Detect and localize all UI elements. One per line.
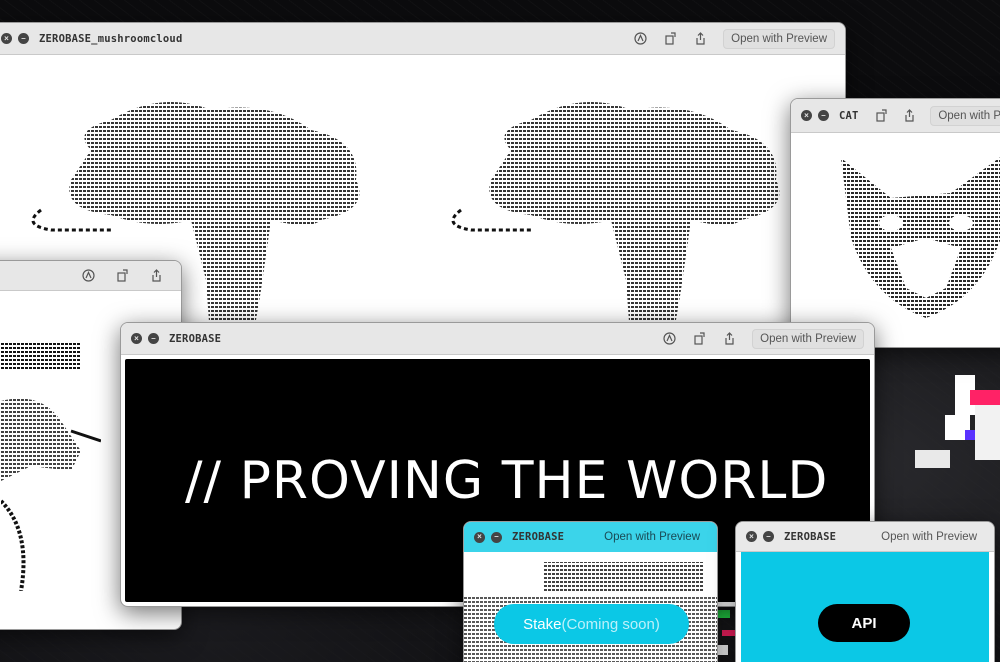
close-icon[interactable]: × [1, 33, 12, 44]
minimize-icon[interactable]: – [18, 33, 29, 44]
api-button[interactable]: API [818, 604, 910, 642]
rotate-icon[interactable] [115, 269, 129, 283]
rotate-icon[interactable] [663, 32, 677, 46]
share-icon[interactable] [722, 332, 736, 346]
titlebar: × – CAT Open with P [791, 99, 1000, 133]
markup-icon[interactable] [633, 32, 647, 46]
titlebar: × – ZEROBASE Open with Preview [121, 323, 874, 355]
share-icon[interactable] [693, 32, 707, 46]
minimize-icon[interactable]: – [763, 531, 774, 542]
api-window[interactable]: × – ZEROBASE Open with Preview API [735, 521, 995, 662]
titlebar [0, 261, 181, 291]
stake-window[interactable]: × – ZEROBASE Open with Preview Stake (Co… [463, 521, 718, 662]
cat-window[interactable]: × – CAT Open with P [790, 98, 1000, 348]
mushroom-cloud-ascii-right [451, 102, 780, 341]
rotate-icon[interactable] [692, 332, 706, 346]
close-icon[interactable]: × [746, 531, 757, 542]
open-with-preview-button[interactable]: Open with Preview [752, 328, 864, 349]
share-icon[interactable] [149, 269, 163, 283]
window-title: CAT [839, 109, 859, 122]
face-ascii-art [1, 341, 101, 591]
titlebar: × – ZEROBASE Open with Preview [464, 522, 717, 552]
close-icon[interactable]: × [131, 333, 142, 344]
close-icon[interactable]: × [801, 110, 812, 121]
rotate-icon[interactable] [874, 109, 888, 123]
open-with-preview-button[interactable]: Open with Preview [597, 528, 707, 546]
minimize-icon[interactable]: – [148, 333, 159, 344]
markup-icon[interactable] [81, 269, 95, 283]
minimize-icon[interactable]: – [491, 531, 502, 543]
window-title: ZEROBASE [512, 531, 565, 543]
window-title: ZEROBASE [169, 332, 222, 345]
titlebar: × – ZEROBASE_mushroomcloud Open with Pre… [0, 23, 845, 55]
open-with-preview-button[interactable]: Open with P [930, 105, 1000, 126]
share-icon[interactable] [902, 109, 916, 123]
open-with-preview-button[interactable]: Open with Preview [723, 28, 835, 49]
glitch-artifact [915, 375, 1000, 468]
stake-button-label: Stake [523, 615, 562, 633]
close-icon[interactable]: × [474, 531, 485, 543]
window-title: ZEROBASE_mushroomcloud [39, 32, 183, 45]
api-panel: API [741, 552, 989, 662]
window-title: ZEROBASE [784, 530, 837, 543]
open-with-preview-button[interactable]: Open with Preview [874, 528, 984, 546]
titlebar: × – ZEROBASE Open with Preview [736, 522, 994, 552]
minimize-icon[interactable]: – [818, 110, 829, 121]
headline: // PROVING THE WORLD [185, 451, 829, 511]
cat-image-area [791, 133, 1000, 347]
stake-button[interactable]: Stake (Coming soon) [494, 604, 689, 644]
stake-button-suffix: (Coming soon) [561, 615, 660, 633]
stake-image-area: Stake (Coming soon) [464, 552, 717, 662]
cat-ascii-art [841, 157, 1000, 318]
markup-icon[interactable] [662, 332, 676, 346]
